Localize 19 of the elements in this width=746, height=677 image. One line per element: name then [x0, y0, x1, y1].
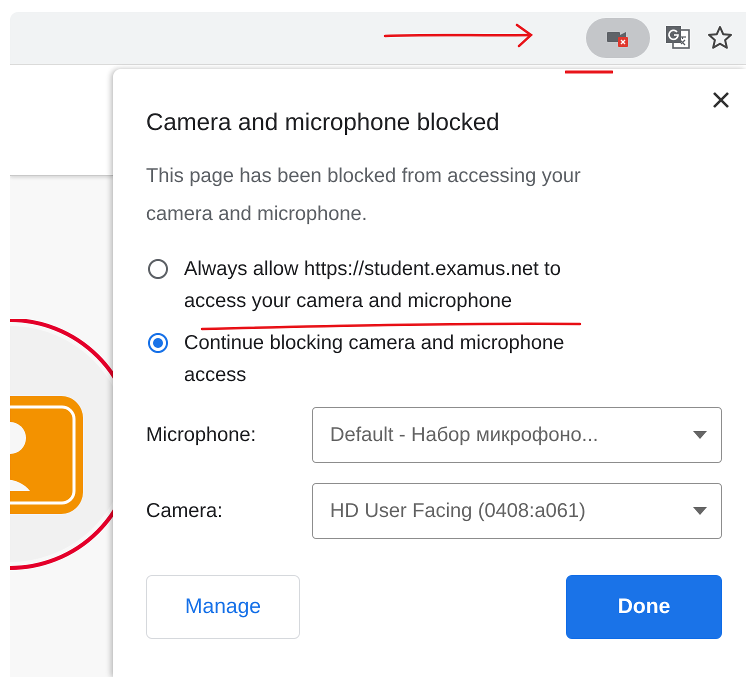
radio-button[interactable] — [148, 259, 168, 279]
manage-button[interactable]: Manage — [146, 575, 300, 639]
field-label: Camera: — [146, 500, 224, 522]
device-dropdown[interactable]: Default - Набор микрофоно... — [312, 407, 722, 463]
field-label: Microphone: — [146, 424, 258, 446]
radio-label[interactable]: Always allow https://student.examus.net to access your camera and microphone — [184, 253, 604, 317]
radio-label[interactable]: Continue blocking camera and microphone access — [184, 327, 604, 391]
camera-blocked-button[interactable] — [586, 18, 650, 58]
caret-icon — [693, 507, 707, 515]
annotation-underline — [565, 70, 613, 74]
popup-description: This page has been blocked from accessing your camera and microphone. — [146, 164, 582, 227]
radio-button[interactable] — [148, 333, 168, 353]
translate-icon[interactable] — [664, 24, 692, 52]
popup-title: Camera and microphone blocked — [146, 109, 501, 137]
caret-icon — [693, 431, 707, 439]
device-dropdown[interactable]: HD User Facing (0408:a061) — [312, 483, 722, 539]
star-icon[interactable] — [706, 24, 734, 52]
done-button[interactable]: Done — [566, 575, 722, 639]
close-icon[interactable] — [712, 91, 730, 109]
